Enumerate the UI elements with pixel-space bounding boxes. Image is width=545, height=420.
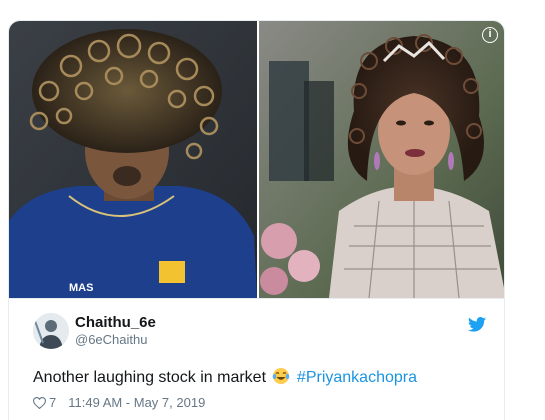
cricketer-photo-image: MAS	[9, 21, 257, 298]
avatar[interactable]	[33, 313, 69, 349]
tweet-footer: 7 11:49 AM - May 7, 2019	[33, 395, 205, 410]
tweet-text: Another laughing stock in market #Priyan…	[33, 367, 417, 387]
display-name[interactable]: Chaithu_6e	[75, 314, 156, 331]
like-count[interactable]: 7	[49, 395, 56, 410]
tweet-photo-left[interactable]: MAS	[9, 21, 257, 298]
woman-photo-image	[259, 21, 504, 298]
heart-icon[interactable]	[33, 396, 46, 409]
hashtag-link[interactable]: #Priyankachopra	[297, 369, 417, 386]
tweet-photo-right[interactable]: i	[257, 21, 504, 298]
page: MAS i Chaithu_6e @6eChaithu Another laug…	[0, 0, 545, 420]
info-icon[interactable]: i	[482, 27, 498, 43]
tweet-text-body: Another laughing stock in market	[33, 369, 267, 386]
svg-text:MAS: MAS	[69, 282, 93, 294]
tears-of-joy-emoji-icon	[273, 368, 290, 384]
tweet-body: Chaithu_6e @6eChaithu Another laughing s…	[9, 298, 504, 420]
tweet-timestamp[interactable]: 11:49 AM - May 7, 2019	[68, 395, 205, 410]
tweet-media[interactable]: MAS i	[9, 21, 504, 298]
twitter-bird-icon[interactable]	[468, 317, 486, 332]
user-handle[interactable]: @6eChaithu	[75, 332, 147, 347]
embedded-tweet-card[interactable]: MAS i Chaithu_6e @6eChaithu Another laug…	[8, 20, 505, 420]
avatar-image	[33, 313, 69, 349]
